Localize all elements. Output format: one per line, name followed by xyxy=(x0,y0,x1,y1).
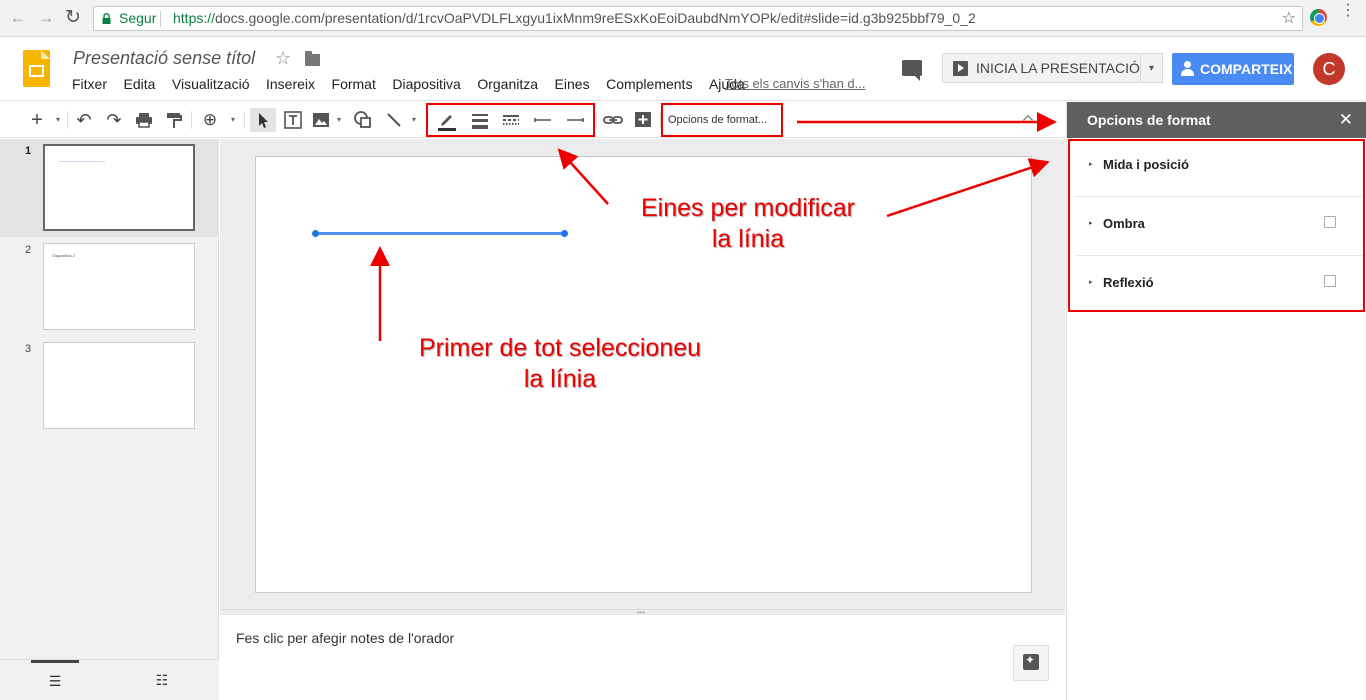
panel-header: Opcions de format ✕ xyxy=(1067,102,1366,138)
menu-file[interactable]: Fitxer xyxy=(72,76,107,96)
back-icon[interactable]: ← xyxy=(8,8,28,28)
comments-icon[interactable] xyxy=(902,60,922,81)
select-cursor-icon[interactable] xyxy=(250,108,276,132)
new-slide-icon[interactable]: + xyxy=(27,108,47,132)
extension-icon[interactable] xyxy=(1310,9,1327,26)
explore-icon[interactable] xyxy=(1013,645,1049,681)
play-icon xyxy=(953,61,968,76)
menu-bar: Fitxer Edita Visualització Insereix Form… xyxy=(72,76,761,96)
toolbar-divider xyxy=(191,111,192,129)
present-options-dropdown[interactable]: ▾ xyxy=(1141,53,1163,83)
collapse-menus-icon[interactable] xyxy=(1022,114,1034,126)
url-separator xyxy=(160,11,161,27)
line-caret-icon[interactable]: ▾ xyxy=(409,108,419,132)
image-icon[interactable] xyxy=(310,108,332,132)
document-title[interactable]: Presentació sense títol xyxy=(73,48,255,69)
new-slide-layout-caret-icon[interactable]: ▾ xyxy=(52,108,64,132)
annotation-line-tools-box xyxy=(426,103,595,137)
slide-thumbnail[interactable] xyxy=(43,342,195,429)
present-button[interactable]: INICIA LA PRESENTACIÓ xyxy=(942,53,1141,83)
lock-icon xyxy=(102,13,111,24)
close-icon[interactable]: ✕ xyxy=(1339,111,1353,128)
menu-view[interactable]: Visualització xyxy=(172,76,250,96)
annotation-panel-box xyxy=(1068,139,1365,312)
undo-icon[interactable]: ↶ xyxy=(73,108,95,132)
panel-title: Opcions de format xyxy=(1087,112,1211,128)
slide-filmstrip: 1 2 Diapositiva 2 3 ☰ ☷ xyxy=(0,139,219,700)
text-box-icon[interactable] xyxy=(281,108,305,132)
forward-icon[interactable]: → xyxy=(36,8,56,28)
annotation-select-text: Primer de tot seleccioneu la línia xyxy=(404,333,716,395)
filmstrip-view-icon[interactable]: ☰ xyxy=(31,660,79,700)
annotation-tools-line2: la línia xyxy=(711,225,785,253)
speaker-notes[interactable]: Fes clic per afegir notes de l'orador xyxy=(220,615,1065,700)
slide-number: 3 xyxy=(25,343,32,355)
image-caret-icon[interactable]: ▾ xyxy=(334,108,344,132)
selected-line[interactable] xyxy=(314,232,565,235)
toolbar-divider xyxy=(67,111,68,129)
folder-icon[interactable] xyxy=(305,51,320,66)
menu-arrange[interactable]: Organitza xyxy=(477,76,538,96)
menu-edit[interactable]: Edita xyxy=(124,76,156,96)
shape-icon[interactable] xyxy=(351,108,375,132)
line-tool-icon[interactable] xyxy=(383,108,405,132)
menu-format[interactable]: Format xyxy=(332,76,376,96)
browser-menu-icon[interactable]: ⋮ xyxy=(1340,3,1356,19)
bookmark-star-icon[interactable]: ☆ xyxy=(1282,7,1296,30)
slide-thumbnail[interactable]: Diapositiva 2 xyxy=(43,243,195,330)
slide-thumbnail-row[interactable]: 2 Diapositiva 2 xyxy=(0,238,219,336)
present-label: INICIA LA PRESENTACIÓ xyxy=(976,60,1140,76)
annotation-tools-text: Eines per modificar la línia xyxy=(630,193,866,255)
browser-toolbar: ← → ↻ Segur https://docs.google.com/pres… xyxy=(0,0,1366,37)
view-switcher: ☰ ☷ xyxy=(0,659,219,700)
annotation-tools-line1: Eines per modificar xyxy=(641,194,855,222)
annotation-format-options-box xyxy=(661,103,783,137)
app-header: Presentació sense títol ☆ Fitxer Edita V… xyxy=(0,37,1366,101)
toolbar-divider xyxy=(244,111,245,129)
speaker-notes-placeholder[interactable]: Fes clic per afegir notes de l'orador xyxy=(236,630,454,646)
secure-label: Segur xyxy=(119,10,157,26)
slide-number: 2 xyxy=(25,244,32,256)
reload-icon[interactable]: ↻ xyxy=(63,8,83,28)
annotation-select-line2: la línia xyxy=(523,365,597,393)
zoom-icon[interactable]: ⊕ xyxy=(199,108,221,132)
star-icon[interactable]: ☆ xyxy=(275,48,291,69)
zoom-caret-icon[interactable]: ▾ xyxy=(227,108,239,132)
paint-format-icon[interactable] xyxy=(164,108,184,132)
slide-thumbnail-row[interactable]: 3 xyxy=(0,337,219,435)
menu-slide[interactable]: Diapositiva xyxy=(392,76,460,96)
url-text[interactable]: https://docs.google.com/presentation/d/1… xyxy=(173,7,976,30)
menu-addons[interactable]: Complements xyxy=(606,76,692,96)
line-start-handle[interactable] xyxy=(312,230,319,237)
slide-thumbnail-row[interactable]: 1 xyxy=(0,139,219,237)
slide-thumbnail[interactable] xyxy=(43,144,195,231)
link-icon[interactable] xyxy=(601,108,625,132)
share-button[interactable]: COMPARTEIX xyxy=(1172,53,1294,85)
line-end-handle[interactable] xyxy=(561,230,568,237)
annotation-select-line1: Primer de tot seleccioneu xyxy=(418,334,702,362)
slide-number: 1 xyxy=(25,145,32,157)
redo-icon[interactable]: ↷ xyxy=(103,108,125,132)
add-comment-icon[interactable] xyxy=(632,108,654,132)
thumbnail-title: Diapositiva 2 xyxy=(52,253,75,258)
menu-tools[interactable]: Eines xyxy=(555,76,590,96)
share-label: COMPARTEIX xyxy=(1200,61,1293,77)
save-status-link[interactable]: Tots els canvis s'han d... xyxy=(725,76,866,91)
avatar[interactable]: C xyxy=(1313,53,1345,85)
print-icon[interactable] xyxy=(134,108,154,132)
thumbnail-line xyxy=(59,161,105,162)
toolbar-divider xyxy=(596,111,597,129)
url-path: docs.google.com/presentation/d/1rcvOaPVD… xyxy=(215,10,976,26)
grid-view-icon[interactable]: ☷ xyxy=(145,660,179,700)
menu-insert[interactable]: Insereix xyxy=(266,76,315,96)
address-bar[interactable]: Segur https://docs.google.com/presentati… xyxy=(93,6,1303,31)
url-scheme: https:// xyxy=(173,10,216,26)
slides-logo-icon[interactable] xyxy=(23,50,50,87)
person-icon xyxy=(1181,61,1194,76)
